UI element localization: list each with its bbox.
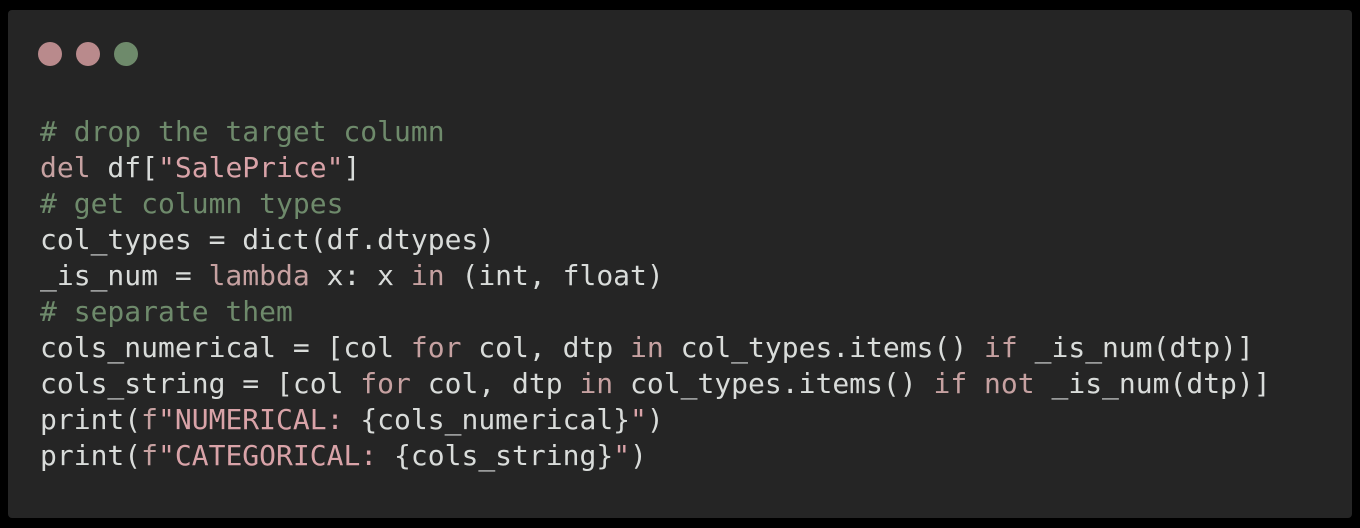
code-line: cols_numerical = [col for col, dtp in co… (40, 330, 1271, 366)
code-token-prefix: f (141, 403, 159, 436)
code-line: col_types = dict(df.dtypes) (40, 222, 1271, 258)
code-token-plain: {cols_numerical} (360, 403, 631, 436)
code-line: # drop the target column (40, 114, 1271, 150)
code-token-prefix: f (141, 439, 159, 472)
code-token-kw: if (984, 331, 1018, 364)
code-token-kw: in (630, 331, 664, 364)
code-token-plain: ) (630, 439, 647, 472)
code-token-plain: df[ (90, 151, 159, 184)
code-token-comment: # drop the target column (40, 115, 445, 148)
code-token-kw: in (410, 259, 445, 292)
code-line: print(f"CATEGORICAL: {cols_string}") (40, 438, 1271, 474)
code-token-plain: print( (40, 403, 142, 436)
code-token-kw: for (410, 331, 462, 364)
code-token-comment: # get column types (40, 187, 344, 220)
code-token-str: " (613, 439, 631, 472)
code-token-comment: # separate them (40, 295, 293, 328)
code-token-str: "SalePrice" (158, 151, 344, 184)
code-token-str: " (630, 403, 647, 436)
code-token-plain: _is_num = (40, 259, 209, 292)
code-token-plain: col_types.items() (613, 367, 934, 400)
code-token-plain: _is_num(dtp)] (1017, 331, 1254, 364)
code-token-plain: cols_numerical = [col (40, 331, 411, 364)
code-token-plain: _is_num(dtp)] (1034, 367, 1271, 400)
code-token-kw: del (40, 151, 91, 184)
code-line: _is_num = lambda x: x in (int, float) (40, 258, 1271, 294)
code-token-plain: col_types = dict(df.dtypes) (40, 223, 496, 256)
code-token-plain: col, dtp (461, 331, 631, 364)
close-button[interactable] (38, 42, 62, 66)
code-token-plain: print( (40, 439, 142, 472)
code-token-plain: col_types.items() (663, 331, 985, 364)
code-token-plain: (int, float) (444, 259, 664, 292)
code-token-str: "CATEGORICAL: (158, 439, 395, 472)
window-controls (38, 42, 152, 66)
code-token-plain: cols_string = [col (40, 367, 361, 400)
code-token-kw: for (360, 367, 411, 400)
code-token-kw: if (933, 367, 968, 400)
code-token-kw: in (579, 367, 614, 400)
code-line: # get column types (40, 186, 1271, 222)
code-token-str: "NUMERICAL: (158, 403, 361, 436)
code-token-plain: col, dtp (410, 367, 580, 400)
code-line: del df["SalePrice"] (40, 150, 1271, 186)
code-token-plain: x: x (309, 259, 411, 292)
code-token-plain: ] (343, 151, 361, 184)
code-token-kw: lambda (208, 259, 310, 292)
code-window: # drop the target column del df["SalePric… (8, 10, 1352, 518)
code-token-plain: {cols_string} (394, 439, 614, 472)
code-line: cols_string = [col for col, dtp in col_t… (40, 366, 1271, 402)
code-line: print(f"NUMERICAL: {cols_numerical}") (40, 402, 1271, 438)
code-token-kw: not (984, 367, 1035, 400)
code-token-plain: ) (646, 403, 664, 436)
code-block: # drop the target column del df["SalePric… (40, 114, 1271, 474)
minimize-button[interactable] (76, 42, 100, 66)
code-line: # separate them (40, 294, 1271, 330)
zoom-button[interactable] (114, 42, 138, 66)
